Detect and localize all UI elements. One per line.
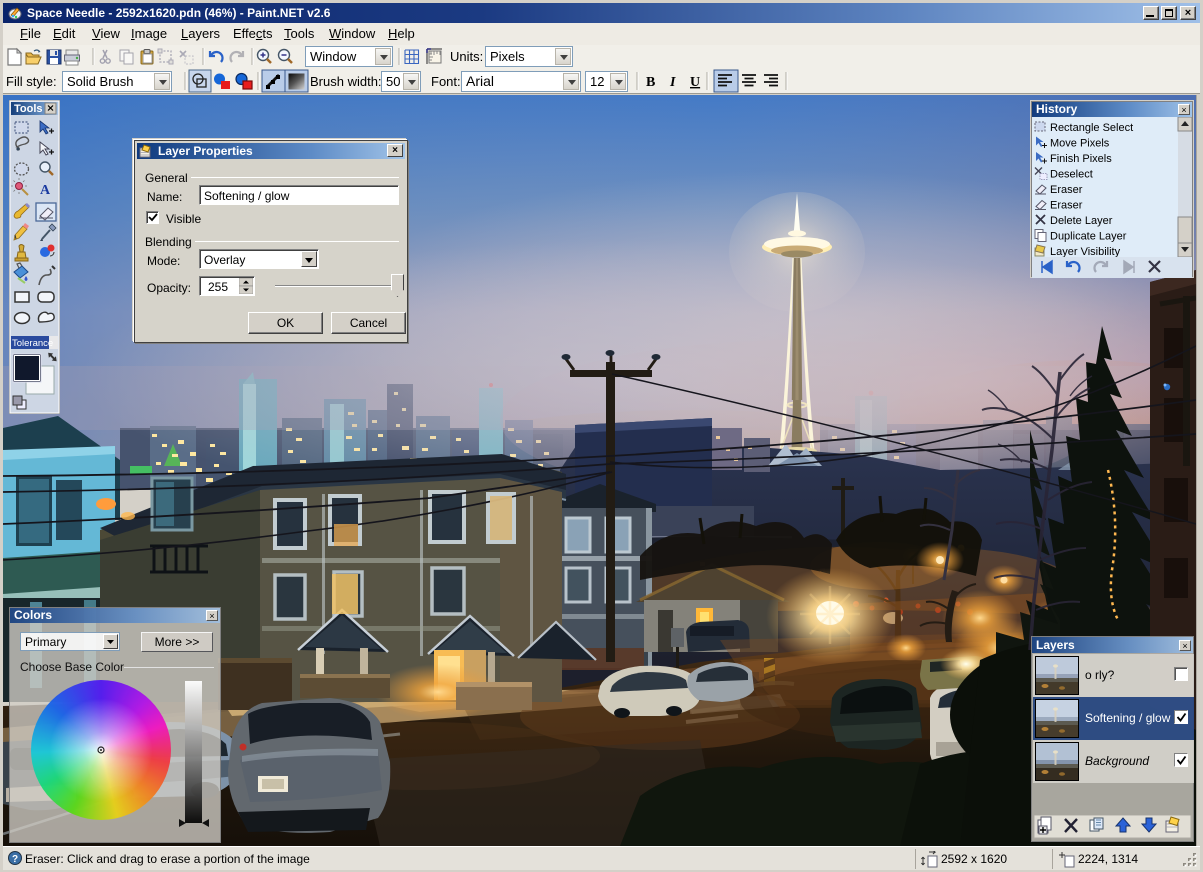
svg-text:U: U bbox=[690, 75, 700, 90]
svg-text:Eraser: Eraser bbox=[1050, 184, 1083, 196]
svg-text:Layer Visibility: Layer Visibility bbox=[1050, 246, 1121, 257]
svg-text:Rectangle Select: Rectangle Select bbox=[1050, 122, 1133, 134]
svg-text:B: B bbox=[646, 75, 655, 90]
svg-text:?: ? bbox=[12, 854, 18, 865]
svg-text:Tolerance: Tolerance bbox=[12, 338, 53, 349]
svg-text:Eraser: Eraser bbox=[1050, 200, 1083, 212]
svg-text:I: I bbox=[669, 75, 676, 90]
svg-text:Duplicate Layer: Duplicate Layer bbox=[1050, 231, 1127, 243]
svg-text:A: A bbox=[40, 183, 51, 198]
svg-text:Delete Layer: Delete Layer bbox=[1050, 215, 1113, 227]
svg-text:Deselect: Deselect bbox=[1050, 169, 1093, 181]
svg-text:Finish Pixels: Finish Pixels bbox=[1050, 153, 1112, 165]
svg-text:Move Pixels: Move Pixels bbox=[1050, 138, 1110, 150]
svg-text:Tools: Tools bbox=[14, 103, 43, 115]
